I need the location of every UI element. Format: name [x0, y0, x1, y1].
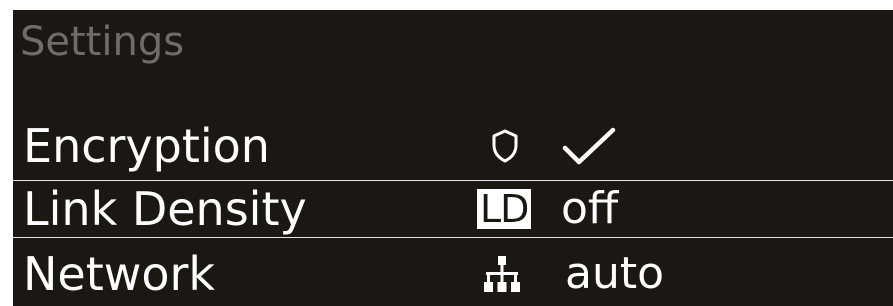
link-density-badge-text: LD: [477, 189, 532, 229]
row-label-network: Network: [23, 247, 216, 301]
network-icon: [483, 246, 521, 302]
row-label-link-density: Link Density: [23, 182, 307, 236]
shield-icon: [491, 118, 519, 174]
settings-row-link-density[interactable]: Link Density LD off: [13, 180, 893, 238]
link-density-badge: LD: [477, 181, 532, 237]
settings-row-network[interactable]: Network auto: [13, 246, 893, 302]
row-value-link-density: off: [561, 183, 619, 234]
checkmark-icon: [561, 118, 617, 174]
page-title: Settings: [20, 19, 185, 65]
settings-screen: Settings Encryption Link Density LD off …: [13, 10, 893, 306]
row-value-network: auto: [565, 248, 665, 299]
settings-row-encryption[interactable]: Encryption: [13, 118, 893, 174]
row-label-encryption: Encryption: [23, 119, 270, 173]
